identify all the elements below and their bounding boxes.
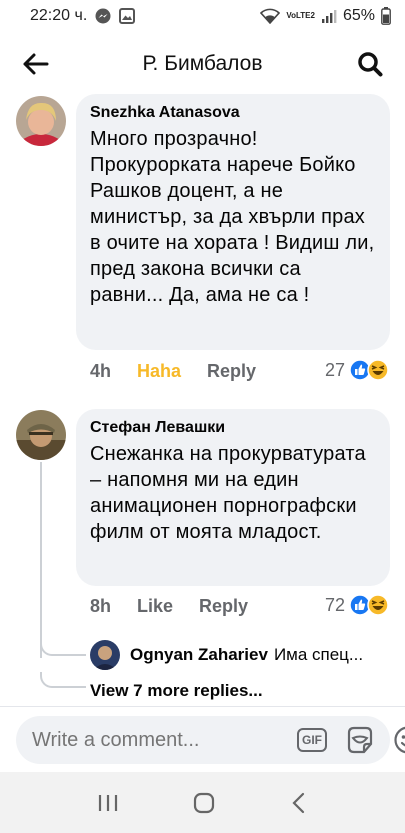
search-button[interactable] bbox=[355, 48, 385, 80]
comment-text: Снежанка на прокурватурата – напомня ми … bbox=[90, 443, 366, 543]
reply-text: Има спец... bbox=[273, 645, 364, 664]
reaction-summary[interactable]: 72 bbox=[325, 594, 389, 616]
comment-bubble[interactable]: Стефан Левашки Снежанка на прокурватурат… bbox=[76, 409, 390, 586]
reaction-summary[interactable]: 27 bbox=[325, 359, 389, 381]
comment-bubble[interactable]: Snezhka Atanasova Много прозрачно! Проку… bbox=[76, 94, 390, 350]
volte-icon: VoLTE2 bbox=[286, 11, 315, 20]
back-nav-icon[interactable] bbox=[289, 791, 309, 815]
messenger-icon bbox=[95, 8, 111, 24]
comment-actions: 4h Haha Reply bbox=[90, 361, 282, 382]
like-button[interactable]: Like bbox=[137, 596, 173, 617]
gallery-icon bbox=[119, 8, 136, 24]
signal-icon bbox=[321, 8, 337, 24]
emoji-icon[interactable] bbox=[393, 725, 405, 755]
view-more-replies-link[interactable]: View 7 more replies... bbox=[90, 681, 263, 701]
haha-reaction-icon bbox=[367, 359, 389, 381]
divider bbox=[0, 706, 405, 707]
comment-input[interactable] bbox=[32, 728, 297, 752]
avatar[interactable] bbox=[16, 96, 66, 146]
recents-nav-icon[interactable] bbox=[96, 792, 120, 814]
comment-author[interactable]: Snezhka Atanasova bbox=[90, 102, 376, 124]
haha-reaction-icon bbox=[367, 594, 389, 616]
back-button[interactable] bbox=[18, 48, 52, 80]
page-title: Р. Бимбалов bbox=[142, 52, 263, 75]
comment-text: Много прозрачно! Прокурорката нарече Бой… bbox=[90, 128, 375, 306]
reply-button[interactable]: Reply bbox=[207, 361, 256, 382]
comment-composer: GIF bbox=[16, 716, 405, 764]
app-header: Р. Бимбалов bbox=[0, 36, 405, 92]
reply-avatar[interactable] bbox=[90, 640, 120, 670]
reply-button[interactable]: Reply bbox=[199, 596, 248, 617]
comment-time: 4h bbox=[90, 361, 112, 381]
comment-time: 8h bbox=[90, 596, 112, 616]
reaction-button[interactable]: Haha bbox=[137, 361, 181, 382]
thread-branch bbox=[40, 672, 86, 688]
reply-author[interactable]: Ognyan Zahariev bbox=[130, 645, 268, 665]
battery-icon bbox=[381, 7, 391, 25]
reaction-count: 72 bbox=[324, 594, 345, 615]
battery-percent: 65% bbox=[342, 7, 375, 24]
system-nav-bar bbox=[0, 772, 405, 833]
status-time: 22:20 ч. bbox=[30, 7, 88, 24]
search-icon bbox=[358, 52, 383, 77]
back-arrow-icon bbox=[23, 53, 49, 75]
reaction-count: 27 bbox=[324, 359, 345, 380]
comment-author[interactable]: Стефан Левашки bbox=[90, 417, 376, 439]
thread-branch bbox=[40, 640, 86, 656]
status-bar: 22:20 ч. VoLTE2 65% bbox=[0, 0, 405, 32]
reply-preview[interactable]: Ognyan Zahariev Има спец... bbox=[90, 640, 390, 670]
avatar[interactable] bbox=[16, 410, 66, 460]
wifi-icon bbox=[260, 8, 281, 24]
comment-actions: 8h Like Reply bbox=[90, 596, 274, 617]
thread-line bbox=[40, 462, 42, 658]
home-nav-icon[interactable] bbox=[192, 791, 216, 815]
gif-icon[interactable]: GIF bbox=[297, 728, 327, 752]
sticker-icon[interactable] bbox=[345, 725, 375, 755]
